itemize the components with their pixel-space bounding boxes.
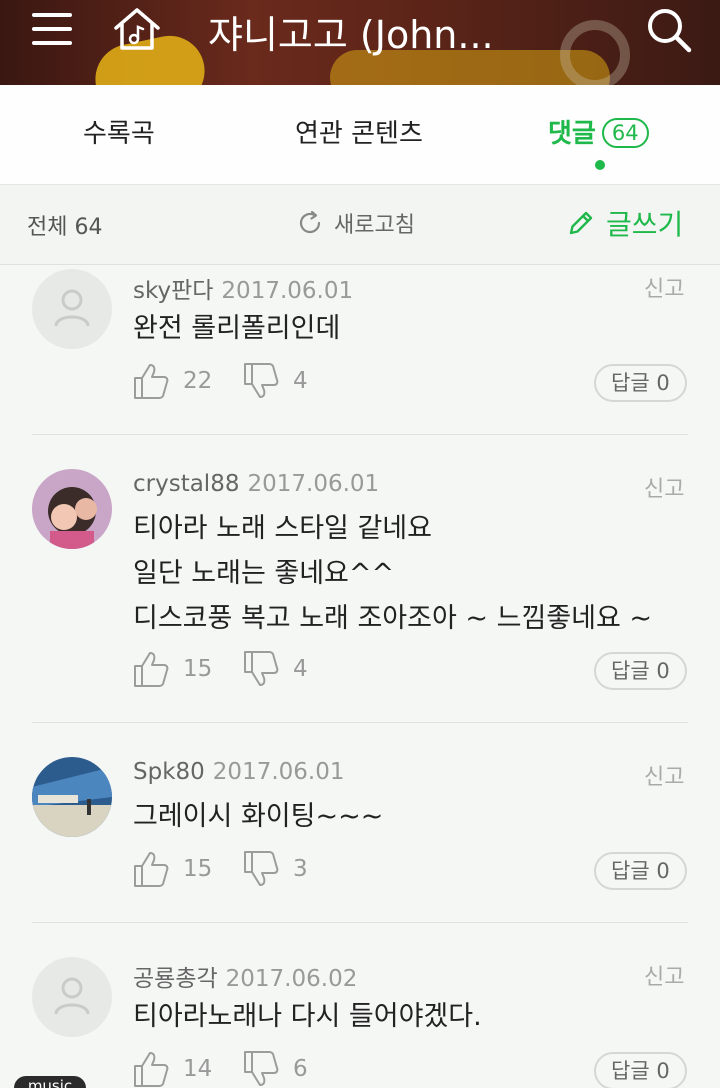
tab-related-content[interactable]: 연관 콘텐츠: [295, 113, 423, 150]
comment-text: 완전 롤리폴리인데: [133, 313, 341, 344]
reply-button[interactable]: 답글 0: [594, 852, 687, 890]
thumbs-up-icon: [134, 364, 169, 399]
menu-icon[interactable]: [32, 13, 72, 45]
default-user-icon: [54, 977, 90, 1015]
reply-button[interactable]: 답글 0: [594, 652, 687, 690]
thumbs-up-icon: [134, 852, 169, 887]
comment-text: 티아라노래나 다시 들어야겠다.: [133, 1001, 482, 1032]
avatar[interactable]: [32, 957, 112, 1037]
comment-meta: Spk80 2017.06.01: [133, 759, 345, 785]
thumbs-down-icon: [244, 1051, 279, 1086]
comment-meta: 공룡총각 2017.06.02: [133, 959, 357, 993]
comment-actions: 14 6 답글 0: [133, 1050, 693, 1088]
dislike-count: 4: [293, 368, 308, 394]
report-button[interactable]: 신고: [644, 759, 684, 791]
comment-meta: sky판다 2017.06.01: [133, 271, 353, 305]
thumbs-down-icon: [244, 363, 279, 398]
dislike-count: 4: [293, 656, 308, 682]
like-count: 22: [183, 368, 213, 394]
tab-comments[interactable]: 댓글 64: [548, 113, 649, 150]
reply-button[interactable]: 답글 0: [594, 364, 687, 402]
refresh-icon: [299, 210, 321, 234]
dislike-button[interactable]: 3: [243, 850, 308, 888]
avatar[interactable]: [32, 469, 112, 549]
comment-actions: 15 4 답글 0: [133, 650, 693, 694]
like-count: 15: [183, 656, 213, 682]
like-button[interactable]: 22: [133, 362, 212, 400]
report-button[interactable]: 신고: [644, 271, 684, 303]
dislike-button[interactable]: 6: [243, 1050, 308, 1088]
comment-date: 2017.06.01: [212, 759, 345, 785]
user-photo-avatar: [32, 757, 112, 837]
total-count: 전체 64: [27, 215, 103, 240]
tab-tracks[interactable]: 수록곡: [83, 113, 155, 150]
home-music-icon[interactable]: [112, 6, 162, 52]
dislike-button[interactable]: 4: [243, 362, 308, 400]
comment-meta: crystal88 2017.06.01: [133, 471, 379, 497]
comment-text: 티아라 노래 스타일 같네요 일단 노래는 좋네요^^ 디스코풍 복고 노래 조…: [133, 513, 653, 634]
user-photo-avatar: [32, 469, 112, 549]
dislike-count: 6: [293, 1056, 308, 1082]
page-title: 쟈니고고 (John...: [208, 13, 494, 57]
thumbs-up-icon: [134, 1052, 169, 1087]
like-count: 14: [183, 1056, 213, 1082]
comment-divider: [32, 722, 688, 723]
dislike-button[interactable]: 4: [243, 650, 308, 688]
comment-username[interactable]: 공룡총각: [133, 966, 218, 992]
tab-bar: 수록곡 연관 콘텐츠 댓글 64: [0, 85, 720, 185]
header-artwork: [560, 20, 630, 85]
comment-actions: 15 3 답글 0: [133, 850, 693, 894]
thumbs-down-icon: [244, 651, 279, 686]
thumbs-down-icon: [244, 851, 279, 886]
comment-text: 그레이시 화이팅~~~: [133, 801, 384, 832]
comment-username[interactable]: Spk80: [133, 759, 205, 785]
tab-comments-label: 댓글: [548, 119, 596, 149]
avatar[interactable]: [32, 757, 112, 837]
search-icon[interactable]: [644, 6, 694, 54]
comment-date: 2017.06.01: [221, 278, 354, 304]
avatar[interactable]: [32, 269, 112, 349]
dislike-count: 3: [293, 856, 308, 882]
active-tab-indicator: [595, 160, 605, 170]
comment-date: 2017.06.02: [225, 966, 358, 992]
comment-count-badge: 64: [601, 118, 649, 148]
refresh-label: 새로고침: [334, 213, 415, 238]
comment-divider: [32, 434, 688, 435]
comment-divider: [32, 922, 688, 923]
comment-toolbar: 전체 64 새로고침 글쓰기: [0, 185, 720, 265]
comment-username[interactable]: sky판다: [133, 278, 213, 304]
reply-button[interactable]: 답글 0: [594, 1052, 687, 1088]
app-header: 쟈니고고 (John...: [0, 0, 720, 85]
write-label: 글쓰기: [606, 208, 684, 241]
thumbs-up-icon: [134, 652, 169, 687]
refresh-button[interactable]: 새로고침: [296, 207, 415, 239]
like-button[interactable]: 15: [133, 650, 212, 688]
default-user-icon: [54, 289, 90, 327]
report-button[interactable]: 신고: [644, 471, 684, 503]
report-button[interactable]: 신고: [644, 959, 684, 991]
pencil-icon: [569, 211, 593, 235]
comment-actions: 22 4 답글 0: [133, 362, 693, 406]
write-comment-button[interactable]: 글쓰기: [566, 203, 683, 243]
like-button[interactable]: 14: [133, 1050, 212, 1088]
like-button[interactable]: 15: [133, 850, 212, 888]
comment-username[interactable]: crystal88: [133, 471, 239, 497]
music-player-pill[interactable]: music: [14, 1076, 86, 1088]
like-count: 15: [183, 856, 213, 882]
comment-date: 2017.06.01: [247, 471, 380, 497]
